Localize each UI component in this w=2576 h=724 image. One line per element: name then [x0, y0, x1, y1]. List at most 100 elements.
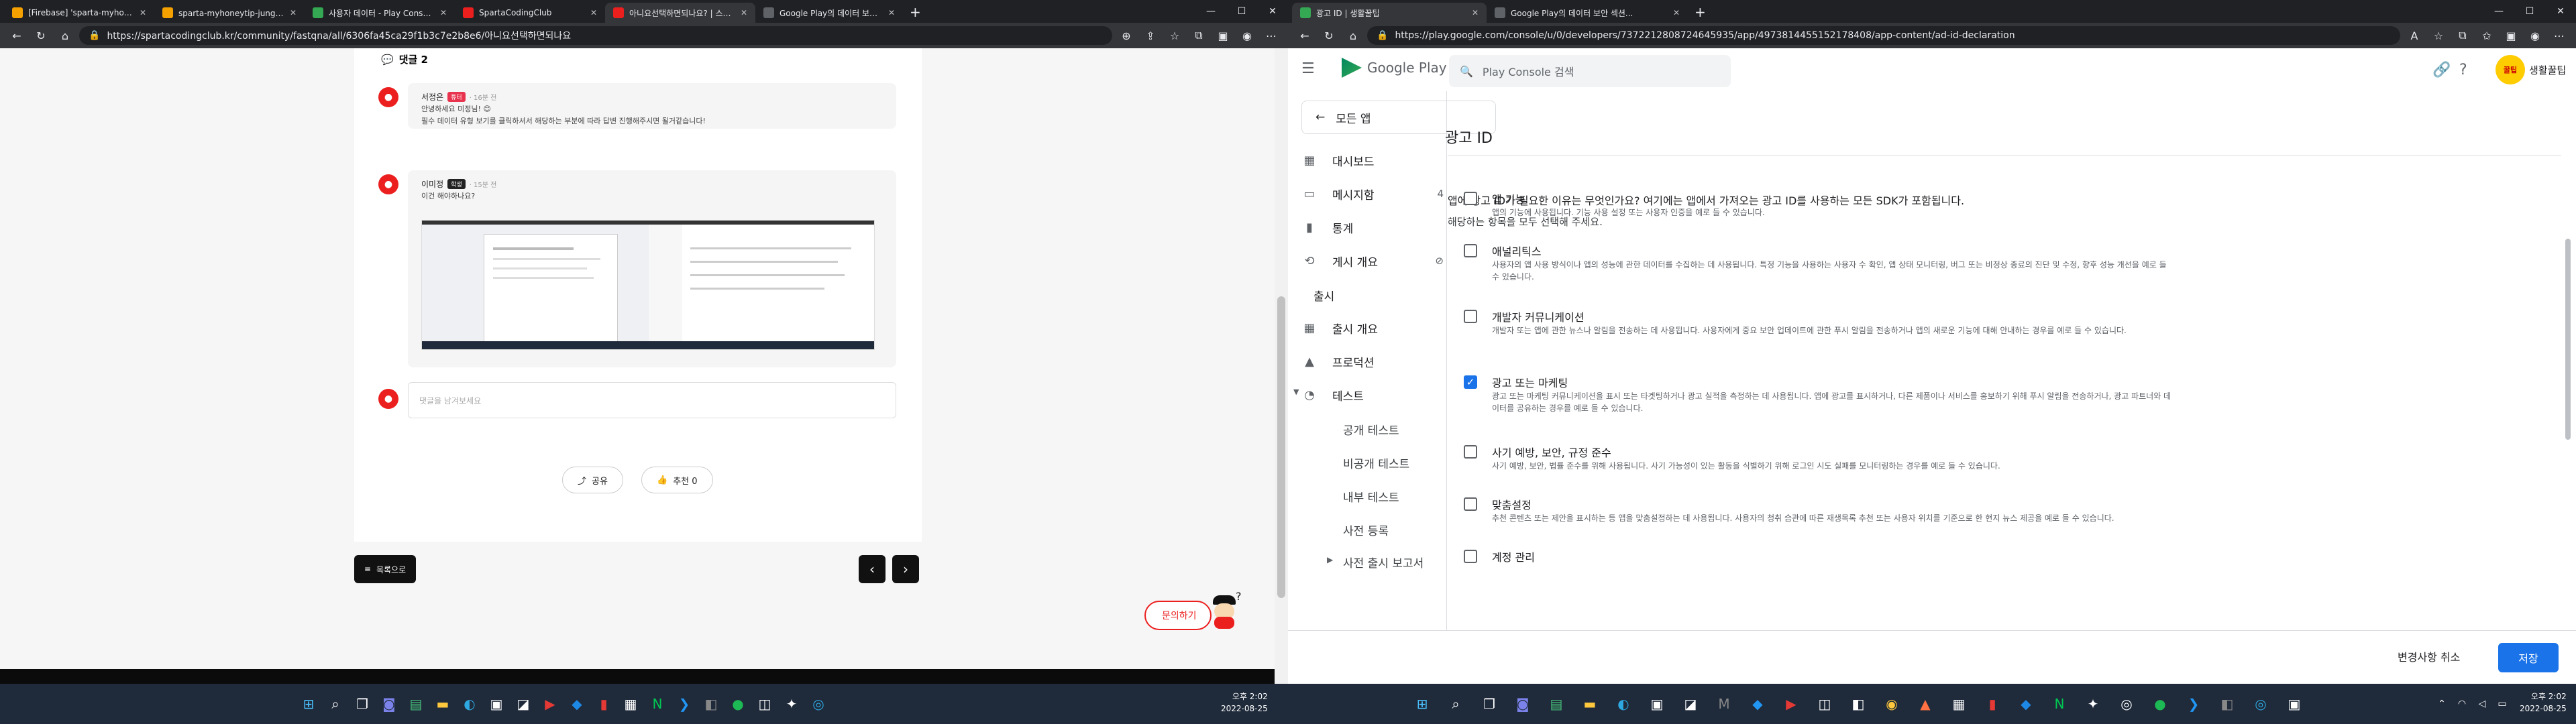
- sidebar-item-open-testing[interactable]: 공개 테스트: [1343, 421, 1399, 438]
- reload-icon[interactable]: ↻: [31, 25, 51, 46]
- chat-icon[interactable]: ◙: [1509, 690, 1536, 717]
- tab-close-icon[interactable]: ✕: [741, 8, 747, 17]
- app-icon[interactable]: ▦: [1945, 690, 1972, 717]
- battery-icon[interactable]: ▭: [2489, 690, 2516, 717]
- app-icon[interactable]: ▣: [2281, 690, 2308, 717]
- maximize-icon[interactable]: ☐: [1226, 0, 1257, 23]
- app-icon[interactable]: N: [2046, 690, 2073, 717]
- app-icon[interactable]: ▶: [537, 690, 564, 717]
- scrollbar-thumb[interactable]: [2565, 239, 2571, 440]
- sidebar-item-publishing-overview[interactable]: ⟲ 게시 개요 ⊘: [1288, 244, 1464, 278]
- minimize-icon[interactable]: —: [2483, 0, 2514, 23]
- right_window-tab[interactable]: Google Play의 데이터 보안 섹션... ✕: [1487, 3, 1688, 23]
- star-icon[interactable]: ☆: [2428, 25, 2449, 46]
- left-clock[interactable]: 오후 2:02 2022-08-25: [1221, 690, 1268, 715]
- tab-close-icon[interactable]: ✕: [1472, 8, 1479, 17]
- spotify-icon[interactable]: ●: [724, 690, 751, 717]
- read-aloud-icon[interactable]: A: [2404, 25, 2424, 46]
- home-icon[interactable]: ⌂: [55, 25, 75, 46]
- menu-icon[interactable]: ⋯: [2549, 25, 2569, 46]
- minimize-icon[interactable]: —: [1195, 0, 1226, 23]
- task-view-icon[interactable]: ❐: [1476, 690, 1503, 717]
- attached-screenshot-image[interactable]: [421, 220, 875, 350]
- search-icon[interactable]: ⌕: [322, 690, 349, 717]
- close-icon[interactable]: ✕: [2545, 0, 2576, 23]
- purpose-checkbox[interactable]: [1464, 310, 1477, 323]
- left_window-tab[interactable]: [Firebase] 'sparta-myhoneytip-j... ✕: [4, 3, 154, 23]
- recommend-button[interactable]: 👍 추천 0: [641, 467, 713, 493]
- file-explorer-icon[interactable]: ▬: [429, 690, 456, 717]
- left-scrollbar[interactable]: [1275, 48, 1288, 684]
- purpose-checkbox[interactable]: [1464, 192, 1477, 205]
- purpose-checkbox[interactable]: [1464, 497, 1477, 511]
- app-icon[interactable]: ◎: [805, 690, 832, 717]
- extensions-icon[interactable]: ⧉: [2453, 25, 2473, 46]
- purpose-checkbox[interactable]: ✓: [1464, 375, 1477, 389]
- app-icon[interactable]: ◆: [2012, 690, 2039, 717]
- discard-changes-button[interactable]: 변경사항 취소: [2398, 648, 2460, 664]
- app-icon[interactable]: ◧: [1845, 690, 1872, 717]
- vscode-icon[interactable]: ❯: [671, 690, 698, 717]
- app-icon[interactable]: ▦: [617, 690, 644, 717]
- app-icon[interactable]: ▶: [1778, 690, 1805, 717]
- tab-close-icon[interactable]: ✕: [590, 8, 597, 17]
- right_window-tab[interactable]: 광고 ID | 생활꿀팁 ✕: [1292, 3, 1487, 23]
- app-icon[interactable]: ✦: [778, 690, 805, 717]
- menu-icon[interactable]: ⋯: [1261, 25, 1281, 46]
- home-icon[interactable]: ⌂: [1343, 25, 1363, 46]
- expand-caret-icon[interactable]: ▶: [1327, 555, 1333, 564]
- app-icon[interactable]: ◪: [510, 690, 537, 717]
- url-field[interactable]: 🔒 https://play.google.com/console/u/0/de…: [1367, 26, 2400, 45]
- vscode-icon[interactable]: ❯: [2180, 690, 2207, 717]
- app-icon[interactable]: ◧: [2214, 690, 2241, 717]
- back-icon[interactable]: ←: [7, 25, 27, 46]
- maximize-icon[interactable]: ☐: [2514, 0, 2545, 23]
- save-button[interactable]: 저장: [2498, 643, 2559, 672]
- share-icon[interactable]: ⇪: [1140, 25, 1161, 46]
- reload-icon[interactable]: ↻: [1319, 25, 1339, 46]
- purpose-checkbox[interactable]: [1464, 244, 1477, 257]
- help-icon[interactable]: ?: [2459, 62, 2467, 78]
- zoom-icon[interactable]: ⊕: [1116, 25, 1136, 46]
- scrollbar-thumb[interactable]: [1277, 296, 1285, 598]
- spotify-icon[interactable]: ●: [2147, 690, 2174, 717]
- inquiry-button[interactable]: 문의하기: [1144, 601, 1212, 630]
- expand-caret-icon[interactable]: ▼: [1293, 387, 1299, 396]
- link-icon[interactable]: 🔗: [2432, 62, 2451, 78]
- app-icon[interactable]: ◆: [1744, 690, 1771, 717]
- sidebar-item-statistics[interactable]: ▮ 통계: [1288, 210, 1464, 244]
- tab-close-icon[interactable]: ✕: [440, 8, 447, 17]
- right-scrollbar[interactable]: [2563, 158, 2572, 627]
- comment-input[interactable]: 댓글을 남겨보세요: [408, 382, 896, 418]
- sidebar-item-dashboard[interactable]: ▦ 대시보드: [1288, 143, 1464, 177]
- app-icon[interactable]: ✦: [2080, 690, 2106, 717]
- url-field[interactable]: 🔒 https://spartacodingclub.kr/community/…: [79, 26, 1112, 45]
- widgets-icon[interactable]: ▤: [402, 690, 429, 717]
- sidebar-item-closed-testing[interactable]: 비공개 테스트: [1343, 455, 1409, 471]
- widgets-icon[interactable]: ▤: [1543, 690, 1570, 717]
- store-icon[interactable]: ▣: [483, 690, 510, 717]
- mascot-icon[interactable]: ?: [1208, 590, 1242, 630]
- app-icon[interactable]: N: [644, 690, 671, 717]
- left_window-tab[interactable]: 아니요선택하면되나요? | 스파르... ✕: [605, 3, 755, 23]
- profile-icon[interactable]: ◉: [2525, 25, 2545, 46]
- console-search-input[interactable]: 🔍 Play Console 검색: [1449, 55, 1731, 87]
- app-icon[interactable]: M: [1711, 690, 1737, 717]
- edge-icon[interactable]: ◐: [1610, 690, 1637, 717]
- app-icon[interactable]: ◫: [1811, 690, 1838, 717]
- sidebar-item-internal-testing[interactable]: 내부 테스트: [1343, 488, 1399, 505]
- collections-icon[interactable]: ▣: [1213, 25, 1233, 46]
- app-icon[interactable]: ▮: [1979, 690, 2006, 717]
- app-icon[interactable]: ▲: [1912, 690, 1939, 717]
- sidebar-item-production[interactable]: ▲ 프로덕션: [1288, 345, 1464, 378]
- back-icon[interactable]: ←: [1295, 25, 1315, 46]
- purpose-checkbox[interactable]: [1464, 550, 1477, 563]
- sidebar-item-testing[interactable]: ◔ 테스트: [1288, 378, 1464, 412]
- sidebar-item-pre-launch-report[interactable]: 사전 출시 보고서: [1343, 554, 1424, 570]
- left_window-tab[interactable]: 사용자 데이터 - Play Console 고... ✕: [305, 3, 455, 23]
- task-view-icon[interactable]: ❐: [349, 690, 376, 717]
- app-avatar[interactable]: 꿀팁: [2496, 55, 2525, 84]
- search-icon[interactable]: ⌕: [1442, 690, 1469, 717]
- left_window-tab[interactable]: sparta-myhoneytip-jung – 실시... ✕: [154, 3, 305, 23]
- app-icon[interactable]: ◉: [1878, 690, 1905, 717]
